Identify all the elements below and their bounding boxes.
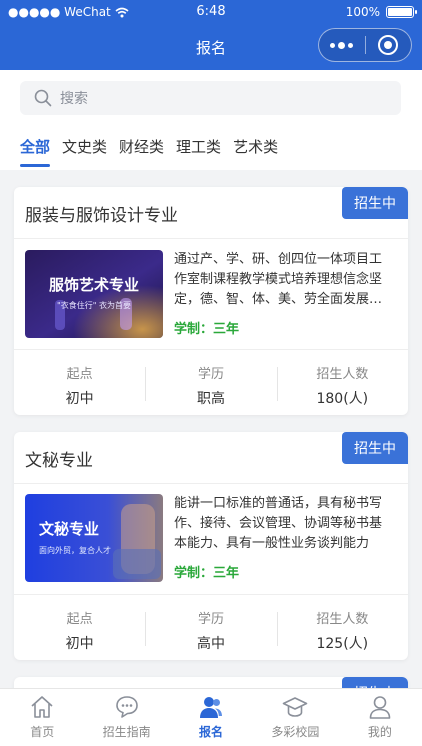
user-group-icon bbox=[200, 697, 223, 718]
tab-home[interactable]: 首页 bbox=[0, 689, 84, 746]
tab-guide[interactable]: 招生指南 bbox=[84, 689, 168, 746]
bottom-tab-bar: 首页 招生指南 报名 多彩校园 我的 bbox=[0, 688, 422, 746]
major-stats: 起点 初中 学历 高中 招生人数 125(人) bbox=[14, 596, 408, 660]
major-card[interactable]: 文秘专业 招生中 文秘专业 面向外贸，复合人才 能讲一口标准的普通话，具有秘书写… bbox=[14, 432, 408, 660]
search-icon bbox=[34, 89, 52, 107]
stat-value: 初中 bbox=[65, 636, 94, 652]
tab-label: 我的 bbox=[367, 725, 392, 739]
home-icon bbox=[31, 696, 53, 718]
tab-label: 招生指南 bbox=[102, 725, 151, 739]
stat-label: 招生人数 bbox=[316, 367, 369, 382]
major-title: 服装与服饰设计专业 bbox=[25, 206, 178, 226]
study-years: 学制：三年 bbox=[174, 322, 240, 337]
description-text: 通过产、学、研、创四位一体项目工作室制课程教学模式培养理想信念坚定，德、智、体、… bbox=[174, 252, 383, 307]
status-bar: ●●●●● WeChat 6:48 100% bbox=[0, 0, 422, 24]
thumbnail-subtitle: "衣食住行" 衣为首要 bbox=[57, 300, 131, 310]
search-and-tabs: 搜索 全部 文史类 财经类 理工类 艺术类 bbox=[0, 70, 422, 170]
study-years: 学制：三年 bbox=[174, 566, 240, 581]
tab-campus[interactable]: 多彩校园 bbox=[253, 689, 337, 746]
stat-value: 职高 bbox=[196, 391, 225, 407]
tab-label: 多彩校园 bbox=[271, 725, 320, 739]
stat-label: 学历 bbox=[197, 367, 224, 382]
tab-apply[interactable]: 报名 bbox=[169, 689, 253, 746]
battery-status: 100% bbox=[345, 5, 417, 19]
stat-enrollment: 招生人数 125(人) bbox=[276, 596, 408, 660]
person-icon bbox=[369, 696, 391, 719]
tab-finance[interactable]: 财经类 bbox=[119, 136, 164, 167]
tab-label: 报名 bbox=[199, 725, 224, 739]
close-mini-program-button[interactable] bbox=[366, 35, 412, 55]
mini-program-capsule bbox=[318, 28, 412, 62]
major-title: 文秘专业 bbox=[25, 451, 93, 471]
divider bbox=[14, 483, 408, 484]
stat-enrollment: 招生人数 180(人) bbox=[276, 351, 408, 415]
tab-label: 首页 bbox=[30, 725, 55, 739]
stat-value: 高中 bbox=[196, 636, 225, 652]
tab-history[interactable]: 文史类 bbox=[62, 136, 107, 167]
stat-start: 起点 初中 bbox=[14, 351, 145, 415]
major-thumbnail: 服饰艺术专业 "衣食住行" 衣为首要 bbox=[25, 250, 163, 338]
divider bbox=[14, 594, 408, 595]
status-badge: 招生中 bbox=[342, 432, 408, 464]
tab-all[interactable]: 全部 bbox=[20, 136, 51, 167]
battery-icon bbox=[386, 6, 417, 18]
major-card[interactable]: 服装与服饰设计专业 招生中 服饰艺术专业 "衣食住行" 衣为首要 通过产、学、研… bbox=[14, 187, 408, 415]
stat-value: 125(人) bbox=[316, 636, 369, 652]
status-badge: 招生中 bbox=[342, 187, 408, 219]
stat-value: 初中 bbox=[65, 391, 94, 407]
stat-education: 学历 职高 bbox=[145, 351, 276, 415]
graduation-cap-icon bbox=[283, 697, 308, 717]
stat-start: 起点 初中 bbox=[14, 596, 145, 660]
stat-label: 起点 bbox=[66, 367, 93, 382]
thumbnail-title: 文秘专业 bbox=[39, 520, 99, 538]
thumbnail-subtitle: 面向外贸，复合人才 bbox=[39, 545, 111, 555]
major-description: 能讲一口标准的普通话，具有秘书写作、接待、会议管理、协调等秘书基本能力、具有一般… bbox=[174, 494, 394, 554]
more-icon[interactable] bbox=[319, 41, 365, 49]
major-thumbnail: 文秘专业 面向外贸，复合人才 bbox=[25, 494, 163, 582]
target-icon bbox=[378, 35, 399, 55]
major-stats: 起点 初中 学历 职高 招生人数 180(人) bbox=[14, 351, 408, 415]
tab-mine[interactable]: 我的 bbox=[338, 689, 422, 746]
stat-label: 起点 bbox=[66, 612, 93, 627]
tab-art[interactable]: 艺术类 bbox=[233, 136, 278, 167]
chat-icon bbox=[115, 696, 138, 718]
search-input[interactable]: 搜索 bbox=[20, 81, 401, 115]
stat-value: 180(人) bbox=[316, 391, 369, 407]
search-placeholder: 搜索 bbox=[60, 91, 88, 107]
stat-label: 招生人数 bbox=[316, 612, 369, 627]
description-text: 能讲一口标准的普通话，具有秘书写作、接待、会议管理、协调等秘书基本能力、具有一般… bbox=[174, 496, 383, 551]
battery-fill bbox=[388, 8, 412, 16]
divider bbox=[14, 238, 408, 239]
divider bbox=[14, 349, 408, 350]
stat-education: 学历 高中 bbox=[145, 596, 276, 660]
thumbnail-title: 服饰艺术专业 bbox=[49, 276, 139, 294]
category-tabs: 全部 文史类 财经类 理工类 艺术类 bbox=[20, 136, 278, 167]
stat-label: 学历 bbox=[197, 612, 224, 627]
tab-science[interactable]: 理工类 bbox=[176, 136, 221, 167]
battery-percent: 100% bbox=[345, 5, 380, 19]
major-description: 通过产、学、研、创四位一体项目工作室制课程教学模式培养理想信念坚定，德、智、体、… bbox=[174, 250, 394, 310]
nav-bar: 报名 bbox=[0, 24, 422, 70]
